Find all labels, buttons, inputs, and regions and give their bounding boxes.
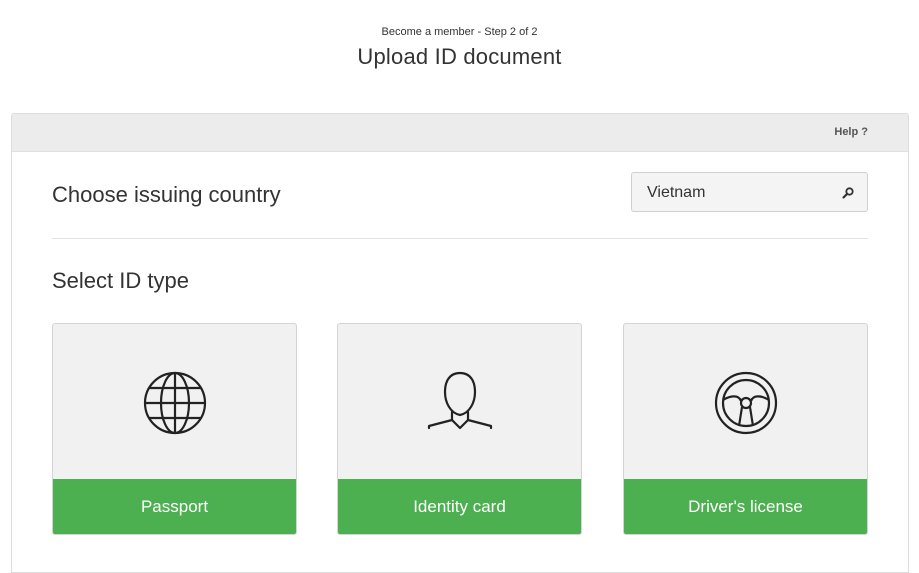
person-icon [427, 371, 492, 430]
panel-header-bar: Help ? [12, 114, 908, 152]
help-link[interactable]: Help ? [834, 126, 868, 138]
upload-panel: Help ? Choose issuing country Vietnam Se… [11, 113, 909, 573]
globe-icon [143, 371, 206, 435]
country-value: Vietnam [647, 184, 706, 201]
search-icon [842, 187, 854, 199]
passport-button[interactable]: Passport [53, 479, 296, 534]
page-title: Upload ID document [357, 44, 562, 69]
country-select[interactable]: Vietnam [631, 172, 868, 212]
drivers-license-button[interactable]: Driver's license [624, 479, 867, 534]
identity-card-button[interactable]: Identity card [338, 479, 581, 534]
idtype-label: Select ID type [52, 268, 189, 293]
steering-wheel-icon [714, 371, 777, 435]
divider [52, 238, 868, 239]
country-label: Choose issuing country [52, 182, 281, 207]
step-indicator: Become a member - Step 2 of 2 [381, 26, 538, 38]
id-type-card-drivers-license[interactable]: Driver's license [623, 323, 868, 535]
id-type-card-identity[interactable]: Identity card [337, 323, 582, 535]
id-type-card-passport[interactable]: Passport [52, 323, 297, 535]
